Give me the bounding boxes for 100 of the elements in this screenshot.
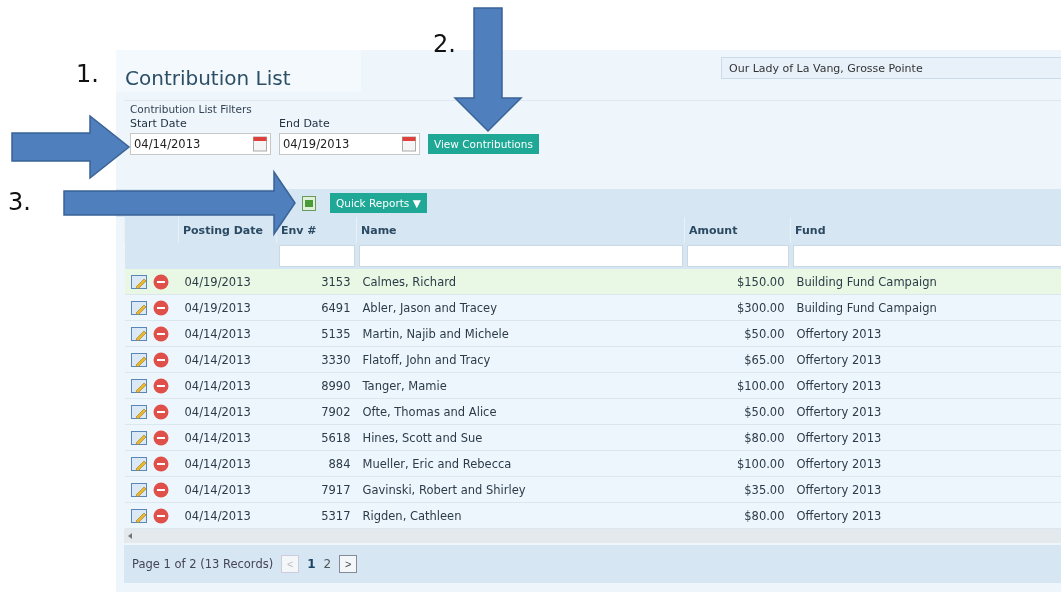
delete-icon[interactable]: [152, 455, 169, 472]
table-cell: Flatoff, John and Tracy: [356, 346, 685, 373]
table-cell: Offertory 2013: [790, 450, 1061, 477]
column-header[interactable]: Fund: [790, 217, 1061, 243]
delete-icon[interactable]: [152, 481, 169, 498]
table-row[interactable]: 04/19/2013 6491 Abler, Jason and Tracey $300.00 Building Fund Campaign: [124, 294, 1061, 321]
spreadsheet-icon[interactable]: [302, 195, 316, 211]
table-cell: Hines, Scott and Sue: [356, 424, 685, 451]
edit-icon[interactable]: [130, 351, 149, 368]
table-cell: Offertory 2013: [790, 476, 1061, 503]
step-number: 1.: [76, 60, 99, 88]
table-cell: 04/14/2013: [178, 450, 277, 477]
table-cell: Gavinski, Robert and Shirley: [356, 476, 685, 503]
next-page-button[interactable]: >: [339, 555, 358, 573]
table-cell: 5317: [276, 502, 357, 529]
table-cell: Calmes, Richard: [356, 269, 685, 295]
delete-icon[interactable]: [152, 507, 169, 524]
table-row[interactable]: 04/14/2013 5135 Martin, Najib and Michele $50.00 Offertory 2013: [124, 320, 1061, 347]
step-number: 2.: [433, 30, 456, 58]
table-cell: 6491: [276, 294, 357, 321]
table-cell: Offertory 2013: [790, 346, 1061, 373]
page-link[interactable]: 2: [323, 557, 332, 571]
table-cell: Offertory 2013: [790, 398, 1061, 425]
table-cell: 7917: [276, 476, 357, 503]
table-row[interactable]: 04/14/2013 7917 Gavinski, Robert and Shirley $35.00 Offertory 2013: [124, 476, 1061, 503]
table-cell: 04/14/2013: [178, 476, 277, 503]
edit-icon[interactable]: [130, 299, 149, 316]
delete-icon[interactable]: [152, 403, 169, 420]
column-header[interactable]: Env #: [276, 217, 357, 243]
calendar-icon[interactable]: [253, 136, 267, 152]
table-cell: $100.00: [684, 372, 791, 399]
table-cell: 884: [276, 450, 357, 477]
table-cell: Ofte, Thomas and Alice: [356, 398, 685, 425]
delete-icon[interactable]: [152, 299, 169, 316]
table-row[interactable]: 04/14/2013 7902 Ofte, Thomas and Alice $50.00 Offertory 2013: [124, 398, 1061, 425]
table-cell: 7902: [276, 398, 357, 425]
table-cell: 5618: [276, 424, 357, 451]
edit-icon[interactable]: [130, 429, 149, 446]
page-link[interactable]: 1: [307, 557, 316, 571]
column-header[interactable]: Posting Date: [178, 217, 277, 243]
table-cell: Tanger, Mamie: [356, 372, 685, 399]
delete-icon[interactable]: [152, 429, 169, 446]
edit-icon[interactable]: [130, 377, 149, 394]
column-header[interactable]: Name: [356, 217, 685, 243]
end-date-field[interactable]: 04/19/2013: [279, 133, 420, 155]
end-date-label: End Date: [279, 117, 331, 130]
table-cell: Abler, Jason and Tracey: [356, 294, 685, 321]
table-cell: Rigden, Cathleen: [356, 502, 685, 529]
table-cell: Offertory 2013: [790, 502, 1061, 529]
edit-icon[interactable]: [130, 507, 149, 524]
delete-icon[interactable]: [152, 377, 169, 394]
table-row[interactable]: 04/19/2013 3153 Calmes, Richard $150.00 Building Fund Campaign: [124, 269, 1061, 295]
table-cell: $65.00: [684, 346, 791, 373]
delete-icon[interactable]: [152, 351, 169, 368]
table-row[interactable]: 04/14/2013 8990 Tanger, Mamie $100.00 Offertory 2013: [124, 372, 1061, 399]
table-cell: 04/14/2013: [178, 346, 277, 373]
table-cell: 3153: [276, 269, 357, 295]
table-cell: 3330: [276, 346, 357, 373]
start-date-field[interactable]: 04/14/2013: [130, 133, 271, 155]
calendar-icon[interactable]: [402, 136, 416, 152]
edit-icon[interactable]: [130, 273, 149, 290]
edit-icon[interactable]: [130, 403, 149, 420]
pager-summary: Page 1 of 2 (13 Records): [132, 557, 274, 571]
column-header[interactable]: Amount: [684, 217, 791, 243]
page-title: Contribution List: [125, 66, 291, 90]
table-row[interactable]: 04/14/2013 3330 Flatoff, John and Tracy $65.00 Offertory 2013: [124, 346, 1061, 373]
table-cell: 04/14/2013: [178, 398, 277, 425]
filter-field[interactable]: [358, 245, 683, 267]
table-cell: 04/14/2013: [178, 502, 277, 529]
table-row[interactable]: 04/14/2013 5618 Hines, Scott and Sue $80.00 Offertory 2013: [124, 424, 1061, 451]
delete-icon[interactable]: [152, 273, 169, 290]
table-cell: $50.00: [684, 320, 791, 347]
scroll-left-icon[interactable]: [128, 533, 132, 539]
table-cell: Offertory 2013: [790, 320, 1061, 347]
edit-icon[interactable]: [130, 455, 149, 472]
start-date-label: Start Date: [130, 117, 188, 130]
horizontal-scrollbar[interactable]: [124, 529, 1061, 543]
edit-icon[interactable]: [130, 481, 149, 498]
table-cell: 8990: [276, 372, 357, 399]
delete-icon[interactable]: [152, 325, 169, 342]
filters-legend: Contribution List Filters: [130, 103, 1061, 115]
table-row[interactable]: 04/14/2013 5317 Rigden, Cathleen $80.00 Offertory 2013: [124, 502, 1061, 529]
table-cell: 04/14/2013: [178, 424, 277, 451]
table-cell: $35.00: [684, 476, 791, 503]
table-cell: $300.00: [684, 294, 791, 321]
table-cell: Mueller, Eric and Rebecca: [356, 450, 685, 477]
parish-field[interactable]: Our Lady of La Vang, Grosse Pointe: [721, 57, 1061, 79]
filter-field[interactable]: [278, 245, 355, 267]
table-cell: Offertory 2013: [790, 424, 1061, 451]
table-cell: $50.00: [684, 398, 791, 425]
filter-field[interactable]: [792, 245, 1061, 267]
table-row[interactable]: 04/14/2013 884 Mueller, Eric and Rebecca $100.00 Offertory 2013: [124, 450, 1061, 477]
step-number: 3.: [8, 188, 31, 216]
table-cell: 04/14/2013: [178, 320, 277, 347]
filter-field[interactable]: [686, 245, 789, 267]
edit-icon[interactable]: [130, 325, 149, 342]
table-cell: $80.00: [684, 424, 791, 451]
table-cell: 04/14/2013: [178, 372, 277, 399]
table-cell: 04/19/2013: [178, 294, 277, 321]
table-cell: 5135: [276, 320, 357, 347]
